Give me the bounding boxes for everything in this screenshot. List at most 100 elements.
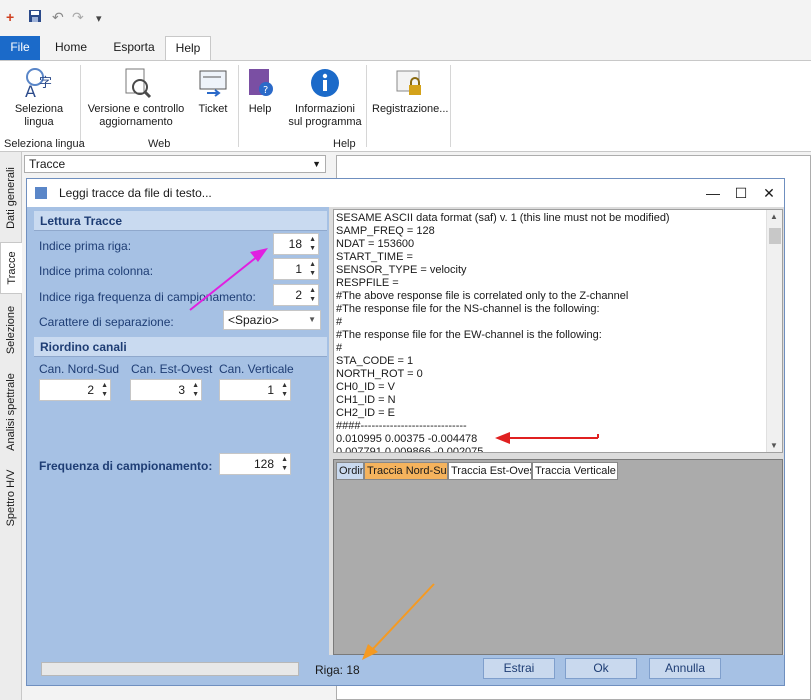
file-line: SAMP_FREQ = 128	[336, 225, 435, 237]
chevron-down-icon: ▼	[308, 315, 316, 324]
indice-prima-riga-label: Indice prima riga:	[39, 239, 132, 253]
stepper-arrows-icon[interactable]: ▲ ▼	[281, 455, 288, 473]
file-line: SESAME ASCII data format (saf) v. 1 (thi…	[336, 212, 670, 224]
carattere-select[interactable]: <Spazio> ▼	[223, 310, 321, 330]
frequenza-stepper[interactable]: 128 ▲ ▼	[219, 453, 291, 475]
close-icon[interactable]: ✕	[757, 183, 781, 203]
settings-panel: Lettura Tracce Indice prima riga: 18 ▲ ▼ …	[27, 207, 329, 655]
lettura-tracce-header: Lettura Tracce	[34, 211, 327, 231]
tab-esporta[interactable]: Esporta	[104, 36, 164, 60]
ticket-button[interactable]: Ticket	[192, 67, 234, 116]
stepper-arrows-icon[interactable]: ▲ ▼	[281, 381, 288, 399]
grid-tab-verticale[interactable]: Traccia Verticale	[532, 462, 618, 480]
can-verticale-label: Can. Verticale	[219, 362, 294, 376]
side-tab-dati-generali[interactable]: Dati generali	[0, 158, 22, 238]
undo-icon[interactable]: ↶	[52, 9, 64, 26]
maximize-icon[interactable]: ☐	[729, 183, 753, 203]
file-line: NDAT = 153600	[336, 238, 415, 250]
versione-button[interactable]: Versione e controllo aggiornamento	[86, 67, 186, 129]
scroll-down-icon[interactable]: ▼	[770, 441, 778, 450]
add-icon[interactable]: +	[6, 9, 14, 25]
redo-icon[interactable]: ↷	[72, 9, 84, 26]
file-line: 0.007791 0.009866 -0.002075	[336, 446, 484, 453]
dialog-title: Leggi tracce da file di testo...	[59, 186, 212, 200]
leggi-tracce-dialog: Leggi tracce da file di testo... — ☐ ✕ L…	[26, 178, 785, 686]
file-line: SENSOR_TYPE = velocity	[336, 264, 467, 276]
side-tab-selezione[interactable]: Selezione	[0, 300, 22, 360]
tab-help[interactable]: Help	[165, 36, 211, 61]
can-verticale-stepper[interactable]: 1 ▲ ▼	[219, 379, 291, 401]
dialog-titlebar: Leggi tracce da file di testo... — ☐ ✕	[27, 179, 784, 207]
svg-text:A: A	[25, 82, 36, 99]
side-tab-spettro-hv[interactable]: Spettro H/V	[0, 464, 22, 532]
file-line: STA_CODE = 1	[336, 355, 414, 367]
can-est-ovest-stepper[interactable]: 3 ▲ ▼	[130, 379, 202, 401]
informazioni-button[interactable]: Informazioni sul programma	[286, 67, 364, 129]
quick-access-toolbar: + ↶ ↷ ▾	[0, 0, 811, 36]
file-line: ####-----------------------------	[336, 420, 467, 432]
registrazione-label: Registrazione...	[372, 103, 449, 115]
indice-prima-riga-stepper[interactable]: 18 ▲ ▼	[273, 233, 319, 255]
grid-tab-ordin[interactable]: Ordin	[336, 462, 364, 480]
ok-button[interactable]: Ok	[565, 658, 637, 679]
indice-prima-colonna-stepper[interactable]: 1 ▲ ▼	[273, 258, 319, 280]
riga-status: Riga: 18	[315, 663, 360, 677]
group-label-lingua: Seleziona lingua	[4, 138, 85, 150]
file-line: #The response file for the EW-channel is…	[336, 329, 602, 341]
minimize-icon[interactable]: —	[701, 183, 725, 203]
annulla-button[interactable]: Annulla	[649, 658, 721, 679]
tracce-combo-value: Tracce	[29, 157, 66, 171]
seleziona-lingua-label: Seleziona lingua	[14, 103, 64, 128]
language-icon: A字	[25, 68, 52, 99]
register-lock-icon	[396, 70, 421, 95]
file-line: 0.010995 0.00375 -0.004478	[336, 433, 478, 445]
svg-text:?: ?	[263, 85, 268, 96]
help-label: Help	[248, 103, 272, 115]
customize-icon[interactable]: ▾	[96, 12, 102, 25]
save-icon[interactable]	[28, 9, 42, 26]
stepper-arrows-icon[interactable]: ▲ ▼	[192, 381, 199, 399]
stepper-arrows-icon[interactable]: ▲ ▼	[309, 286, 316, 304]
frequenza-label: Frequenza di campionamento:	[39, 459, 213, 473]
ticket-label: Ticket	[198, 103, 228, 115]
versione-label: Versione e controllo aggiornamento	[87, 103, 185, 128]
file-line: #The above response file is correlated o…	[336, 290, 629, 302]
file-line: CH2_ID = E	[336, 407, 395, 419]
file-line: CH0_ID = V	[336, 381, 395, 393]
tab-file[interactable]: File	[0, 36, 40, 60]
file-line: START_TIME =	[336, 251, 413, 263]
chevron-down-icon: ▼	[312, 159, 321, 169]
scrollbar-thumb[interactable]	[769, 228, 781, 244]
file-line: #The response file for the NS-channel is…	[336, 303, 600, 315]
group-label-help: Help	[333, 138, 356, 150]
dialog-bottom-bar: Riga: 18 Estrai Ok Annulla	[27, 655, 784, 685]
traces-grid: Ordin Traccia Nord-Sud Traccia Est-Ovest…	[333, 459, 783, 655]
grid-tab-est-ovest[interactable]: Traccia Est-Ovest	[448, 462, 532, 480]
stepper-arrows-icon[interactable]: ▲ ▼	[309, 260, 316, 278]
indice-riga-freq-stepper[interactable]: 2 ▲ ▼	[273, 284, 319, 306]
can-nord-sud-label: Can. Nord-Sud	[39, 362, 120, 376]
help-button[interactable]: ? Help	[242, 67, 278, 116]
tab-home[interactable]: Home	[46, 36, 96, 60]
vertical-scrollbar[interactable]: ▲ ▼	[766, 210, 782, 452]
file-line: CH1_ID = N	[336, 394, 396, 406]
group-label-web: Web	[148, 138, 171, 150]
scroll-up-icon[interactable]: ▲	[770, 212, 778, 221]
can-nord-sud-stepper[interactable]: 2 ▲ ▼	[39, 379, 111, 401]
ribbon-tabs: File Home Esporta Help	[0, 36, 811, 61]
registrazione-button[interactable]: Registrazione...	[372, 67, 449, 116]
group-separator	[238, 65, 239, 147]
grid-tab-nord-sud[interactable]: Traccia Nord-Sud	[364, 462, 448, 480]
riordino-canali-header: Riordino canali	[34, 337, 327, 357]
side-tab-tracce[interactable]: Tracce	[0, 242, 22, 294]
stepper-arrows-icon[interactable]: ▲ ▼	[309, 235, 316, 253]
seleziona-lingua-button[interactable]: A字 Seleziona lingua	[8, 67, 70, 129]
file-preview-textbox[interactable]: SESAME ASCII data format (saf) v. 1 (thi…	[333, 209, 783, 453]
estrai-button[interactable]: Estrai	[483, 658, 555, 679]
update-check-icon	[125, 68, 152, 99]
help-book-icon: ?	[249, 69, 273, 96]
side-tab-analisi-spettrale[interactable]: Analisi spettrale	[0, 364, 22, 460]
stepper-arrows-icon[interactable]: ▲ ▼	[101, 381, 108, 399]
indice-prima-colonna-label: Indice prima colonna:	[39, 264, 154, 278]
tracce-combo[interactable]: Tracce ▼	[24, 155, 326, 173]
